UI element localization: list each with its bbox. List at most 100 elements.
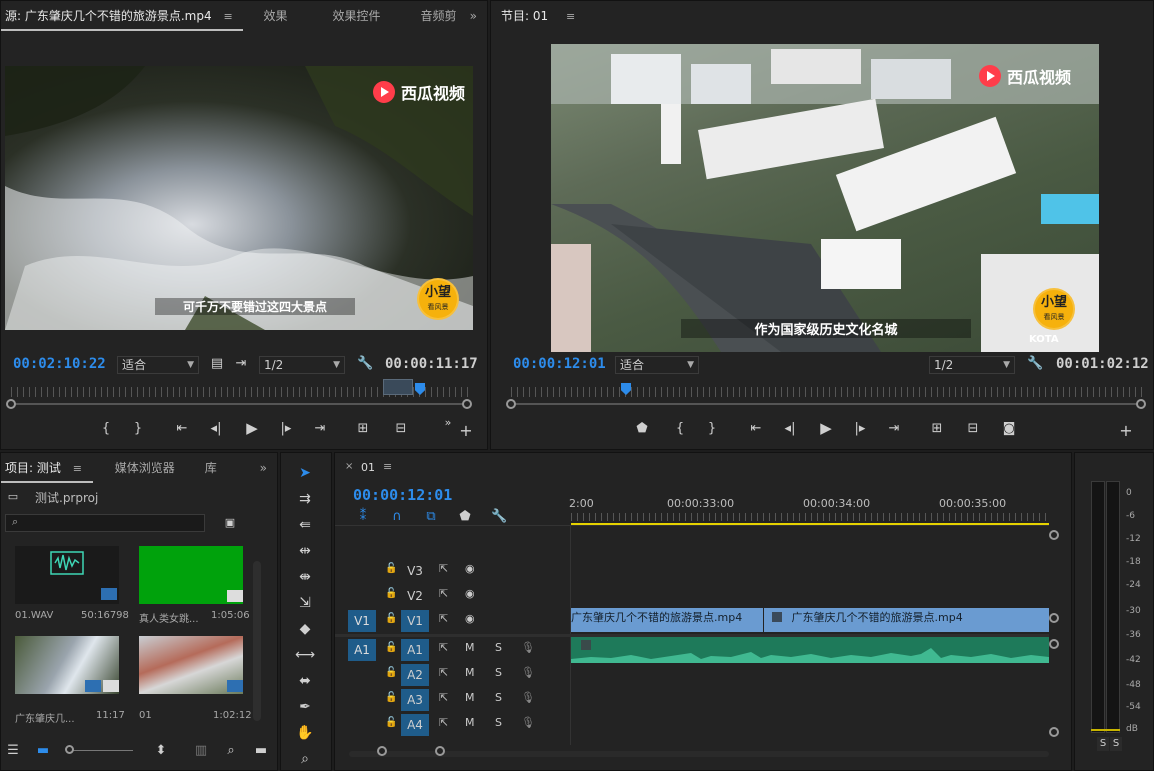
double-chevron-right-icon[interactable]: » [250,453,277,483]
step-back-icon[interactable]: ◂| [207,421,225,437]
eye-icon[interactable]: ◉ [465,562,475,575]
clip-settings-icon[interactable]: ▤ [209,356,225,372]
snap-icon[interactable]: ∩ [389,509,405,525]
source-resolution-select[interactable]: 1/2 ▼ [259,356,345,374]
mute-button[interactable]: M [465,716,475,729]
vscroll-handle-bottom[interactable] [1049,613,1059,623]
solo-left-button[interactable]: S [1097,737,1109,751]
tab-media-browser[interactable]: 媒体浏览器 [105,453,185,483]
vscroll-handle-top[interactable] [1049,530,1059,540]
close-icon[interactable]: × [345,461,353,472]
zoom-tool-icon[interactable]: ⌕ [281,751,329,767]
mute-button[interactable]: M [465,666,475,679]
slide-tool-icon[interactable]: ⬌ [281,673,329,689]
zoom-handle-right[interactable] [462,399,472,409]
tab-source[interactable]: 源: 广东肇庆几个不错的旅游景点.mp4 ≡ [1,1,244,31]
solo-right-button[interactable]: S [1110,737,1122,751]
track-header-v1[interactable]: V1 🔓 V1 ⇱ ◉ [335,608,571,632]
timeline-horizontal-scrollbar[interactable] [349,751,1049,757]
program-resolution-select[interactable]: 1/2 ▼ [929,356,1015,374]
mark-in-icon[interactable]: { [673,421,687,437]
eye-icon[interactable]: ◉ [465,612,475,625]
project-item-audio[interactable] [15,546,119,604]
source-inout-range[interactable] [383,379,413,395]
track-header-a4[interactable]: 🔓 A4 ⇱ M S 🎙 [335,712,571,736]
audio-vscroll-handle-top[interactable] [1049,639,1059,649]
microphone-icon[interactable]: 🎙 [521,716,535,729]
sync-lock-icon[interactable]: ⇱ [439,666,448,679]
pen-tool-icon[interactable]: ✒ [281,699,329,715]
source-patch-v1[interactable]: V1 [348,610,376,632]
zoom-handle-right[interactable] [1136,399,1146,409]
project-item-waterfall[interactable] [15,636,119,694]
tab-effect-controls[interactable]: 效果控件 [322,1,390,31]
tab-project[interactable]: 项目: 测试 ≡ [1,453,93,483]
mute-button[interactable]: M [465,691,475,704]
step-forward-icon[interactable]: |▸ [277,421,295,437]
zoom-handle-left[interactable] [6,399,16,409]
track-select-tool-icon[interactable]: ⇉ [281,491,329,507]
double-chevron-right-icon[interactable]: » [460,1,487,31]
solo-button[interactable]: S [495,691,502,704]
go-to-in-icon[interactable]: ⇤ [173,421,191,437]
program-time-ruler[interactable] [511,387,1145,397]
eye-icon[interactable]: ◉ [465,587,475,600]
automate-icon[interactable]: ▥ [193,743,209,759]
search-input[interactable]: ⌕ [5,514,205,532]
solo-button[interactable]: S [495,666,502,679]
track-header-v3[interactable]: 🔓 V3 ⇱ ◉ [335,558,571,582]
sequence-tab-label[interactable]: 01 [361,461,375,474]
thumb-size-slider[interactable] [69,750,133,751]
timeline-current-timecode[interactable]: 00:00:12:01 [353,486,452,504]
mark-out-icon[interactable]: } [705,421,719,437]
wrench-icon[interactable]: 🔧 [357,356,373,372]
lock-icon[interactable]: 🔓 [385,692,397,703]
track-header-a1[interactable]: A1 🔓 A1 ⇱ M S 🎙 [335,637,571,661]
solo-button[interactable]: S [495,716,502,729]
video-clip-1[interactable]: 广东肇庆几个不错的旅游景点.mp4 [571,608,763,632]
mark-out-icon[interactable]: } [131,421,145,437]
step-back-icon[interactable]: ◂| [781,421,799,437]
lock-icon[interactable]: 🔓 [385,613,397,624]
tab-program[interactable]: 节目: 01 ≡ [491,1,586,31]
wrench-icon[interactable]: 🔧 [491,509,507,525]
program-fit-select[interactable]: 适合 ▼ [615,356,699,374]
slip-tool-icon[interactable]: ⟷ [281,647,329,663]
icon-view-icon[interactable]: ▬ [35,743,51,759]
project-item-sequence[interactable] [139,636,243,694]
sync-lock-icon[interactable]: ⇱ [439,716,448,729]
sort-icon[interactable]: ⬍ [153,743,169,759]
add-marker-icon[interactable]: ⬟ [635,421,649,437]
rate-stretch-tool-icon[interactable]: ⇼ [281,569,329,585]
hscroll-handle-right[interactable] [435,746,445,756]
selection-tool-icon[interactable]: ➤ [281,465,329,481]
lock-icon[interactable]: 🔓 [385,717,397,728]
vertical-scroll-track[interactable] [1049,525,1055,745]
track-header-a2[interactable]: 🔓 A2 ⇱ M S 🎙 [335,662,571,686]
project-scrollbar[interactable] [253,561,261,721]
play-icon[interactable]: ▶ [243,420,261,436]
video-clip-2[interactable]: 广东肇庆几个不错的旅游景点.mp4 [764,608,1049,632]
rate-tool-icon[interactable]: ⇲ [281,595,329,611]
zoom-handle-left[interactable] [506,399,516,409]
linked-selection-icon[interactable]: ⧉ [423,509,439,525]
thumb-size-knob[interactable] [65,745,74,754]
solo-button[interactable]: S [495,641,502,654]
program-zoom-bar[interactable] [511,403,1145,405]
hand-tool-icon[interactable]: ✋ [281,725,329,741]
track-header-v2[interactable]: 🔓 V2 ⇱ ◉ [335,583,571,607]
find-icon[interactable]: ⌕ [223,743,239,759]
menu-icon[interactable]: ≡ [566,2,576,32]
sync-lock-icon[interactable]: ⇱ [439,691,448,704]
wrench-icon[interactable]: 🔧 [1027,356,1043,372]
rolling-edit-tool-icon[interactable]: ⇹ [281,543,329,559]
add-marker-icon[interactable]: ⬟ [457,509,473,525]
plus-icon[interactable]: + [459,423,473,439]
double-chevron-right-icon[interactable]: » [441,415,455,431]
camera-icon[interactable]: ◙ [999,421,1019,437]
step-forward-icon[interactable]: |▸ [851,421,869,437]
sync-lock-icon[interactable]: ⇱ [439,562,448,575]
program-current-timecode[interactable]: 00:00:12:01 [513,356,606,372]
track-header-a3[interactable]: 🔓 A3 ⇱ M S 🎙 [335,687,571,711]
new-bin-from-search-icon[interactable]: ▣ [221,515,239,531]
